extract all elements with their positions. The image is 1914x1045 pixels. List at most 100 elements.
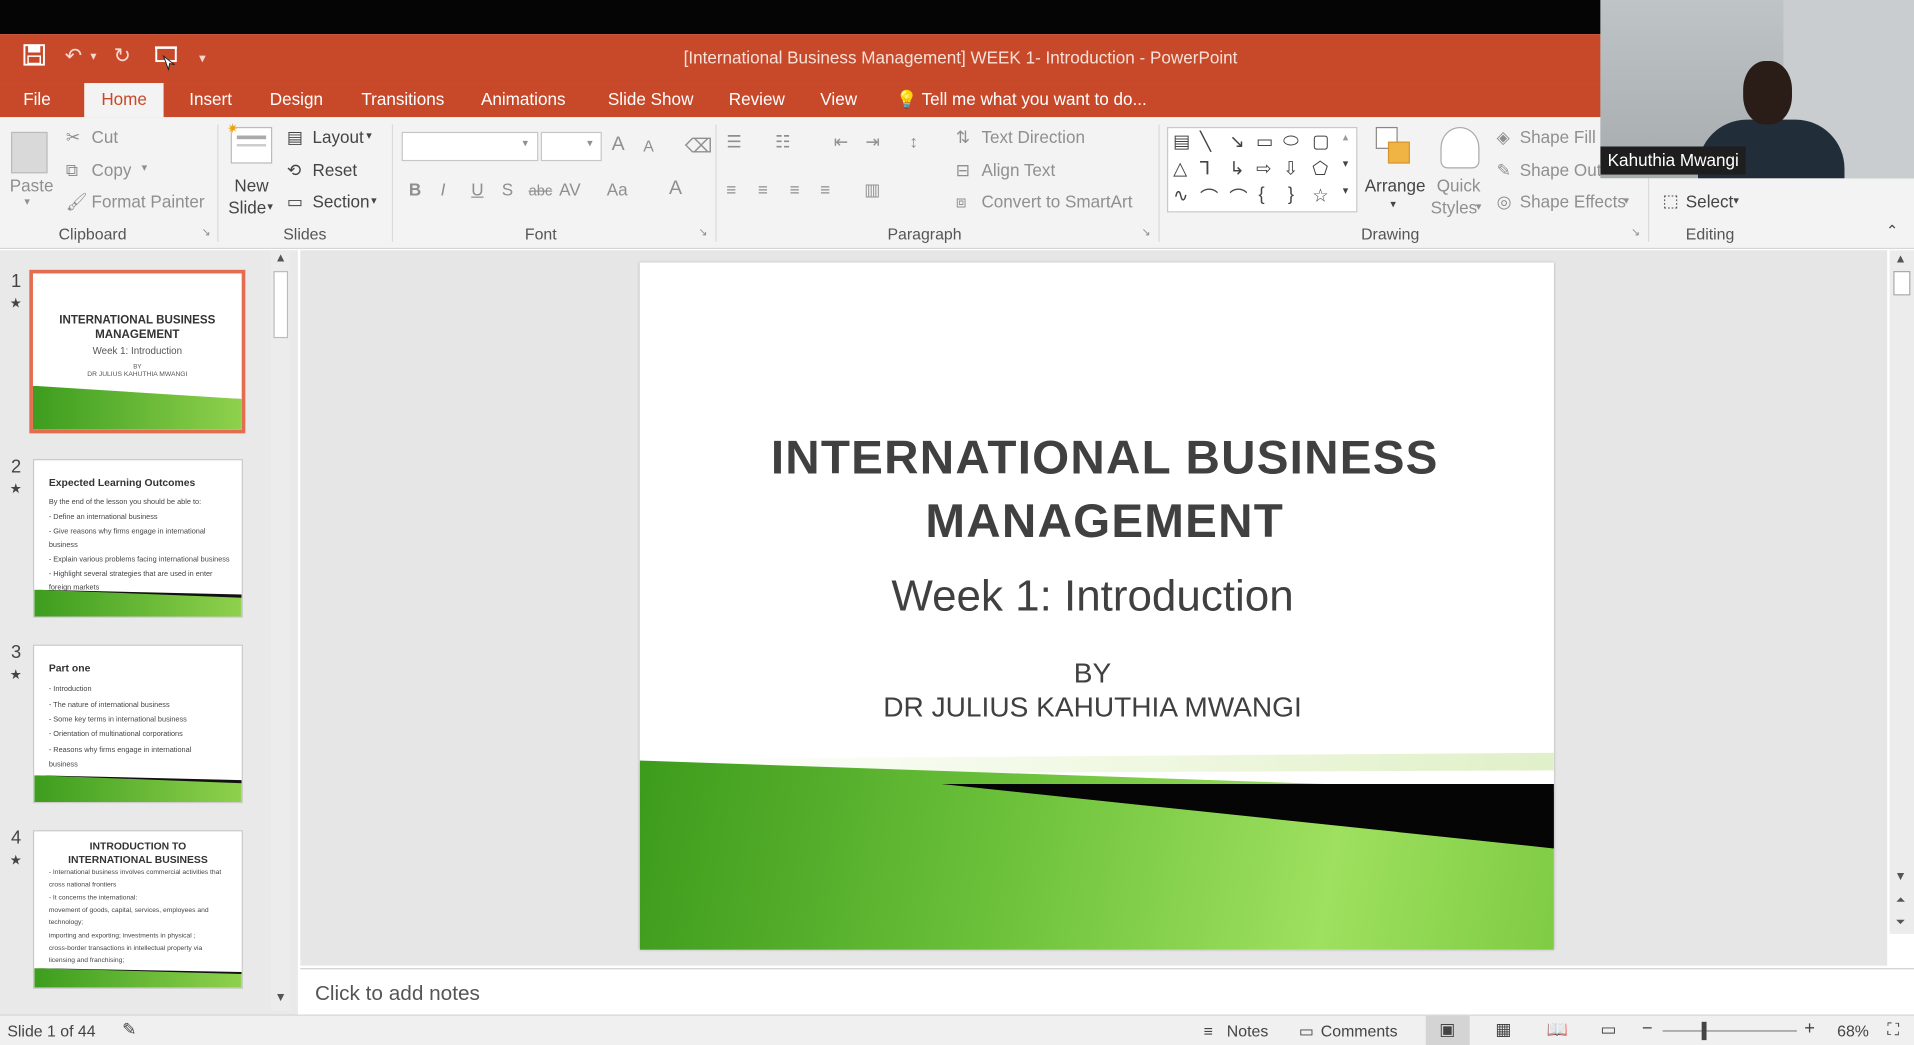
reading-view-icon[interactable]: 📖 (1547, 1019, 1568, 1040)
line-spacing-icon[interactable]: ↕ (909, 132, 918, 152)
underline-button[interactable]: U (471, 179, 483, 199)
arrange-icon[interactable] (1375, 126, 1413, 169)
notes-button[interactable]: Notes (1227, 1022, 1268, 1040)
current-slide[interactable]: INTERNATIONAL BUSINESS MANAGEMENT Week 1… (639, 262, 1554, 950)
previous-slide-icon[interactable]: ⏶ (1896, 894, 1906, 907)
paste-button[interactable]: Paste (10, 176, 54, 196)
star-shape-icon[interactable]: ☆ (1312, 184, 1328, 207)
change-case-button[interactable]: Aa (607, 179, 628, 199)
clipboard-launcher-icon[interactable]: ↘ (201, 226, 210, 239)
cut-button[interactable]: Cut (92, 127, 119, 147)
oval-shape-icon[interactable]: ⬭ (1283, 131, 1299, 152)
new-slide-label-1[interactable]: New (234, 176, 268, 196)
scroll-down-icon[interactable]: ▼ (275, 991, 287, 1004)
slide-title[interactable]: INTERNATIONAL BUSINESS MANAGEMENT (640, 427, 1554, 554)
tab-design[interactable]: Design (270, 89, 323, 109)
paragraph-launcher-icon[interactable]: ↘ (1141, 226, 1150, 239)
scroll-down-icon[interactable]: ▼ (1895, 870, 1907, 883)
shape-fill-button[interactable]: Shape Fill (1520, 127, 1596, 147)
arc-shape-icon[interactable]: ⌒ (1200, 184, 1218, 210)
right-brace-shape-icon[interactable]: } (1288, 184, 1294, 205)
strikethrough-button[interactable]: abc (529, 182, 553, 199)
font-size-dropdown-icon[interactable]: ▾ (587, 137, 593, 150)
gallery-more-icon[interactable]: ▾ (1343, 184, 1349, 197)
copy-button[interactable]: Copy (92, 160, 132, 180)
collapse-ribbon-icon[interactable]: ⌃ (1886, 222, 1898, 239)
reset-button[interactable]: Reset (312, 160, 357, 180)
left-brace-shape-icon[interactable]: { (1259, 184, 1265, 205)
font-launcher-icon[interactable]: ↘ (698, 226, 707, 239)
arrange-dropdown-icon[interactable]: ▾ (1390, 198, 1396, 211)
paste-icon[interactable] (10, 131, 48, 174)
font-name-dropdown-icon[interactable]: ▾ (522, 137, 528, 150)
customize-qat-icon[interactable]: ▾ (199, 50, 206, 66)
zoom-slider-track[interactable] (1662, 1030, 1797, 1032)
tab-home[interactable]: Home (84, 83, 165, 118)
slide-thumbnail-2[interactable]: Expected Learning Outcomes By the end of… (32, 459, 243, 618)
normal-view-button[interactable]: ▣ (1425, 1015, 1470, 1045)
shadow-button[interactable]: S (502, 179, 513, 199)
down-arrow-shape-icon[interactable]: ⇩ (1283, 157, 1298, 180)
tab-review[interactable]: Review (729, 89, 785, 109)
undo-dropdown-icon[interactable]: ▾ (90, 50, 96, 63)
clear-formatting-icon[interactable]: ⌫ (685, 134, 713, 158)
zoom-level[interactable]: 68% (1837, 1022, 1869, 1040)
rounded-rectangle-shape-icon[interactable]: ▢ (1312, 131, 1329, 153)
slide-thumbnail-4[interactable]: INTRODUCTION TO INTERNATIONAL BUSINESS -… (32, 830, 243, 989)
slide-thumbnail-1[interactable]: INTERNATIONAL BUSINESS MANAGEMENT Week 1… (29, 269, 246, 434)
tell-me-search[interactable]: Tell me what you want to do... (922, 89, 1147, 109)
shrink-font-icon[interactable]: A (643, 137, 654, 155)
tab-slide-show[interactable]: Slide Show (608, 89, 694, 109)
gallery-down-icon[interactable]: ▾ (1343, 157, 1349, 170)
scroll-thumb[interactable] (1893, 271, 1911, 296)
shape-effects-button[interactable]: Shape Effects (1520, 192, 1626, 212)
format-painter-button[interactable]: Format Painter (92, 192, 205, 212)
italic-button[interactable]: I (441, 179, 446, 199)
bold-button[interactable]: B (409, 179, 421, 199)
arrow-line-shape-icon[interactable]: ↘ (1229, 131, 1244, 153)
curve-shape-icon[interactable]: ∿ (1173, 184, 1188, 207)
shape-outline-button[interactable]: Shape Out (1520, 160, 1602, 180)
align-text-button[interactable]: Align Text (981, 160, 1055, 180)
font-name-box[interactable] (401, 131, 539, 162)
slide-by[interactable]: BY (640, 657, 1546, 690)
layout-button[interactable]: Layout (312, 127, 363, 147)
undo-icon[interactable]: ↶ (65, 44, 82, 68)
line-shape-icon[interactable]: ╲ (1200, 131, 1211, 153)
grow-font-icon[interactable]: A (612, 134, 625, 156)
quick-styles-label-1[interactable]: Quick (1437, 176, 1481, 196)
text-direction-button[interactable]: Text Direction (981, 127, 1085, 147)
next-slide-icon[interactable]: ⏷ (1896, 916, 1906, 929)
start-from-beginning-icon[interactable] (154, 44, 181, 77)
numbering-icon[interactable]: ☷ (775, 132, 790, 153)
notes-pane[interactable]: Click to add notes (300, 968, 1914, 1015)
section-button[interactable]: Section (312, 192, 369, 212)
tab-animations[interactable]: Animations (481, 89, 566, 109)
thumbnail-scrollbar[interactable]: ▲ ▼ (270, 251, 291, 1011)
layout-dropdown-icon[interactable]: ▾ (366, 129, 372, 142)
new-slide-label-2[interactable]: Slide (228, 198, 266, 218)
character-spacing-button[interactable]: AV (559, 179, 581, 199)
paste-dropdown-icon[interactable]: ▾ (24, 195, 30, 208)
curved-line-shape-icon[interactable]: ⌒ (1229, 184, 1247, 210)
align-left-icon[interactable]: ≡ (726, 179, 736, 199)
notes-placeholder[interactable]: Click to add notes (315, 982, 480, 1006)
select-button[interactable]: Select (1686, 192, 1734, 212)
tab-view[interactable]: View (820, 89, 857, 109)
columns-icon[interactable]: ▥ (864, 179, 880, 200)
new-slide-dropdown-icon[interactable]: ▾ (267, 200, 273, 213)
align-center-icon[interactable]: ≡ (758, 179, 768, 199)
textbox-shape-icon[interactable]: ▤ (1173, 131, 1190, 153)
arrange-button[interactable]: Arrange (1365, 176, 1426, 196)
gallery-up-icon[interactable]: ▴ (1343, 131, 1349, 144)
new-slide-icon[interactable]: ✷ (227, 122, 273, 164)
select-dropdown-icon[interactable]: ▾ (1733, 194, 1739, 207)
drawing-launcher-icon[interactable]: ↘ (1631, 226, 1640, 239)
elbow-arrow-shape-icon[interactable]: ↳ (1229, 157, 1244, 180)
justify-icon[interactable]: ≡ (820, 179, 830, 199)
triangle-shape-icon[interactable]: △ (1173, 157, 1187, 180)
slideshow-view-icon[interactable]: ▭ (1600, 1019, 1616, 1040)
slide-scrollbar[interactable]: ▲ ▼ ⏶ ⏷ (1889, 250, 1914, 934)
shapes-gallery[interactable]: ▤ ╲ ↘ ▭ ⬭ ▢ △ ⅂ ↳ ⇨ ⇩ ⬠ ∿ ⌒ ⌒ { } ☆ ▴ ▾ … (1166, 126, 1358, 213)
zoom-in-icon[interactable]: + (1804, 1018, 1815, 1039)
